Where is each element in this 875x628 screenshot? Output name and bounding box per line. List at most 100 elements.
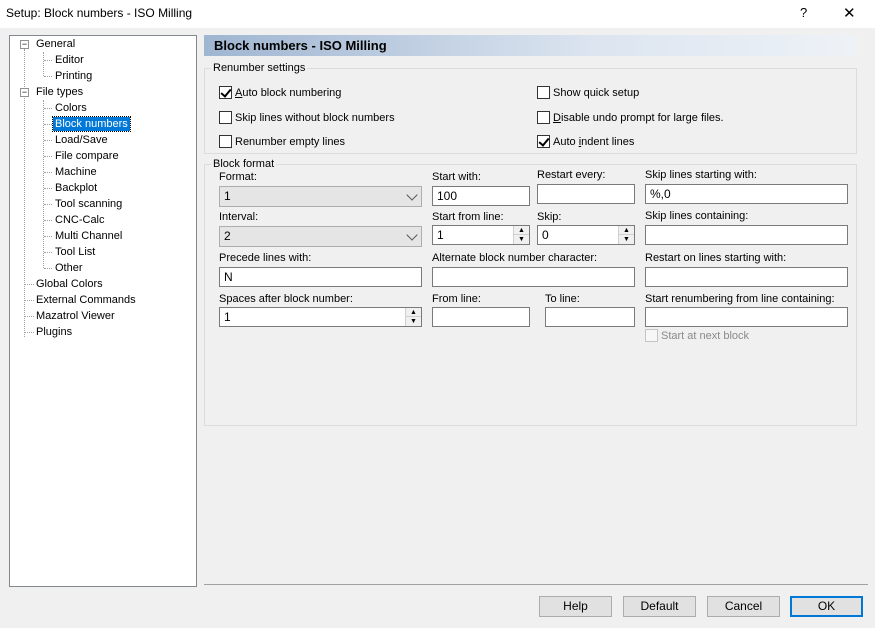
tree-branch bbox=[44, 220, 52, 221]
checkbox-box[interactable] bbox=[219, 135, 232, 148]
from-line-input[interactable] bbox=[432, 307, 530, 327]
from-line-label: From line: bbox=[432, 293, 481, 305]
default-button[interactable]: Default bbox=[623, 596, 696, 617]
ok-button[interactable]: OK bbox=[790, 596, 863, 617]
tree-branch bbox=[44, 60, 52, 61]
settings-tree[interactable]: − − General Editor Printing File types C… bbox=[9, 35, 197, 587]
format-combo[interactable]: 1 bbox=[219, 186, 422, 207]
spin-buttons: ▲ ▼ bbox=[513, 226, 529, 244]
tree-branch bbox=[44, 172, 52, 173]
tree-item-file-compare[interactable]: File compare bbox=[53, 149, 121, 163]
start-from-line-value: 1 bbox=[437, 228, 444, 242]
window-title: Setup: Block numbers - ISO Milling bbox=[6, 6, 193, 20]
mnemonic: D bbox=[553, 111, 561, 124]
collapse-filetypes-icon[interactable]: − bbox=[20, 88, 29, 97]
checkbox-box[interactable] bbox=[537, 135, 550, 148]
tree-branch bbox=[25, 316, 34, 317]
skip-lines-starting-input[interactable]: %,0 bbox=[645, 184, 848, 204]
checkbox-box[interactable] bbox=[219, 86, 232, 99]
tree-item-tool-scanning[interactable]: Tool scanning bbox=[53, 197, 124, 211]
tree-item-editor[interactable]: Editor bbox=[53, 53, 86, 67]
precede-lines-input[interactable]: N bbox=[219, 267, 422, 287]
spin-down-icon[interactable]: ▼ bbox=[406, 317, 421, 326]
interval-combo[interactable]: 2 bbox=[219, 226, 422, 247]
tree-item-plugins[interactable]: Plugins bbox=[34, 325, 74, 339]
tree-branch bbox=[44, 76, 52, 77]
tree-item-global-colors[interactable]: Global Colors bbox=[34, 277, 105, 291]
restart-on-lines-input[interactable] bbox=[645, 267, 848, 287]
close-button[interactable]: ✕ bbox=[843, 4, 856, 22]
to-line-input[interactable] bbox=[545, 307, 635, 327]
tree-item-colors[interactable]: Colors bbox=[53, 101, 89, 115]
restart-every-label: Restart every: bbox=[537, 169, 606, 181]
format-label: Format: bbox=[219, 171, 257, 183]
collapse-general-icon[interactable]: − bbox=[20, 40, 29, 49]
tree-item-tool-list[interactable]: Tool List bbox=[53, 245, 97, 259]
skip-label: Skip: bbox=[537, 211, 562, 223]
checkbox-box[interactable] bbox=[645, 329, 658, 342]
tree-item-file-types[interactable]: File types bbox=[34, 85, 85, 99]
spin-up-icon[interactable]: ▲ bbox=[514, 226, 529, 235]
renumber-empty-lines-label: Renumber empty lines bbox=[235, 135, 346, 148]
start-from-line-stepper[interactable]: 1 ▲ ▼ bbox=[432, 225, 530, 245]
checkbox-box[interactable] bbox=[537, 86, 550, 99]
tree-branch bbox=[44, 204, 52, 205]
panel-title: Block numbers - ISO Milling bbox=[204, 35, 857, 56]
to-line-label: To line: bbox=[545, 293, 580, 305]
tree-branch bbox=[44, 108, 52, 109]
skip-lines-without-checkbox[interactable]: Skip lines without block numbers bbox=[219, 111, 395, 124]
skip-stepper[interactable]: 0 ▲ ▼ bbox=[537, 225, 635, 245]
tree-item-machine[interactable]: Machine bbox=[53, 165, 99, 179]
spin-down-icon[interactable]: ▼ bbox=[619, 235, 634, 244]
checkbox-box[interactable] bbox=[219, 111, 232, 124]
help-title-button[interactable]: ? bbox=[800, 5, 807, 20]
chevron-down-icon bbox=[406, 189, 418, 201]
tree-branch bbox=[44, 156, 52, 157]
tree-item-load-save[interactable]: Load/Save bbox=[53, 133, 110, 147]
spin-buttons: ▲ ▼ bbox=[618, 226, 634, 244]
tree-branch bbox=[44, 124, 52, 125]
spin-buttons: ▲ ▼ bbox=[405, 308, 421, 326]
tree-branch bbox=[44, 252, 52, 253]
auto-block-numbering-label: Auto block numbering bbox=[235, 87, 341, 99]
tree-item-general[interactable]: General bbox=[34, 37, 77, 51]
skip-lines-containing-input[interactable] bbox=[645, 225, 848, 245]
help-button[interactable]: Help bbox=[539, 596, 612, 617]
restart-every-input[interactable] bbox=[537, 184, 635, 204]
renumber-empty-lines-checkbox[interactable]: Renumber empty lines bbox=[219, 135, 345, 148]
start-renumbering-label: Start renumbering from line containing: bbox=[645, 293, 835, 305]
start-at-next-block-checkbox[interactable]: Start at next block bbox=[645, 329, 749, 342]
checkbox-box[interactable] bbox=[537, 111, 550, 124]
spaces-after-stepper[interactable]: 1 ▲ ▼ bbox=[219, 307, 422, 327]
cancel-button[interactable]: Cancel bbox=[707, 596, 780, 617]
tree-item-mazatrol-viewer[interactable]: Mazatrol Viewer bbox=[34, 309, 117, 323]
alternate-char-input[interactable] bbox=[432, 267, 635, 287]
spin-up-icon[interactable]: ▲ bbox=[619, 226, 634, 235]
auto-indent-checkbox[interactable]: Auto indent lines bbox=[537, 135, 634, 148]
footer-separator bbox=[204, 584, 868, 585]
tree-item-block-numbers[interactable]: Block numbers bbox=[52, 116, 131, 132]
auto-indent-label: Auto indent lines bbox=[553, 136, 634, 148]
tree-item-printing[interactable]: Printing bbox=[53, 69, 94, 83]
start-with-label: Start with: bbox=[432, 171, 481, 183]
tree-item-other[interactable]: Other bbox=[53, 261, 85, 275]
label-rest: ndent lines bbox=[581, 135, 635, 148]
label-rest: uto block numbering bbox=[242, 86, 342, 99]
start-with-input[interactable]: 100 bbox=[432, 186, 530, 206]
tree-item-cnc-calc[interactable]: CNC-Calc bbox=[53, 213, 107, 227]
tree-branch bbox=[25, 284, 34, 285]
alternate-char-label: Alternate block number character: bbox=[432, 252, 598, 264]
tree-branch bbox=[25, 332, 34, 333]
disable-undo-checkbox[interactable]: Disable undo prompt for large files. bbox=[537, 111, 724, 124]
show-quick-setup-checkbox[interactable]: Show quick setup bbox=[537, 86, 639, 99]
spin-up-icon[interactable]: ▲ bbox=[406, 308, 421, 317]
spin-down-icon[interactable]: ▼ bbox=[514, 235, 529, 244]
start-renumbering-input[interactable] bbox=[645, 307, 848, 327]
label-rest: isable undo prompt for large files. bbox=[560, 111, 724, 124]
tree-item-multi-channel[interactable]: Multi Channel bbox=[53, 229, 124, 243]
tree-item-external-commands[interactable]: External Commands bbox=[34, 293, 138, 307]
interval-value: 2 bbox=[224, 229, 231, 243]
tree-item-backplot[interactable]: Backplot bbox=[53, 181, 99, 195]
block-format-legend: Block format bbox=[213, 158, 275, 170]
auto-block-numbering-checkbox[interactable]: Auto block numbering bbox=[219, 86, 341, 99]
